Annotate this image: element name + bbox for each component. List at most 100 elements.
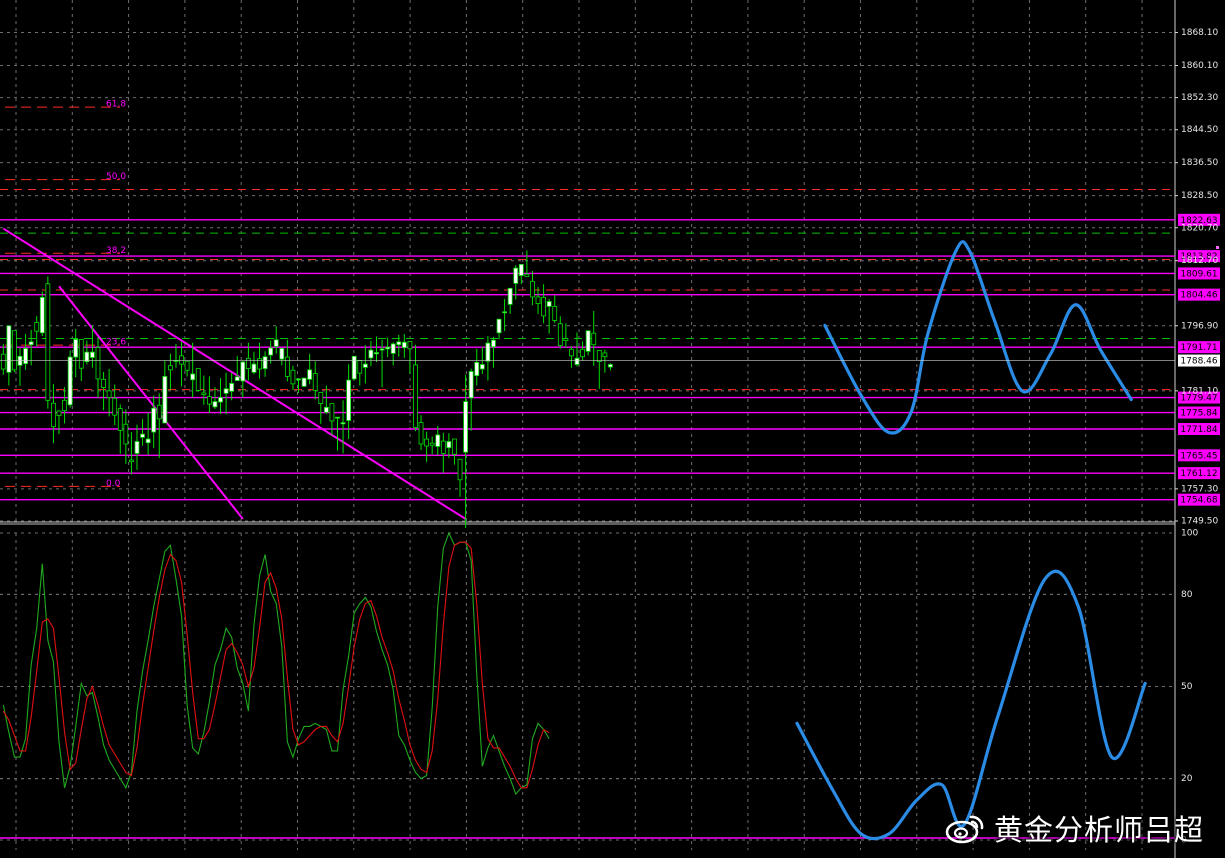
candle-body xyxy=(362,363,368,368)
candle-body xyxy=(106,390,112,398)
watermark: 黄金分析师吕超 xyxy=(944,808,1219,848)
candle-body xyxy=(390,343,396,354)
candle-body xyxy=(401,341,407,349)
candle-body xyxy=(535,296,541,304)
candle-body xyxy=(279,348,285,360)
candle-body xyxy=(184,360,190,371)
candle-body xyxy=(129,459,134,463)
candle-body xyxy=(457,458,463,481)
candle-body xyxy=(351,355,357,380)
candle-body xyxy=(541,296,546,317)
price-tick-label: 1757.30 xyxy=(1181,484,1218,494)
candle-body xyxy=(524,273,530,277)
candle-body xyxy=(530,280,535,298)
candle-body xyxy=(201,392,207,395)
candle-body xyxy=(368,349,374,359)
candle-body xyxy=(608,364,613,368)
candle-body xyxy=(134,441,140,454)
candle-body xyxy=(418,422,424,445)
stoch-tick-label: 80 xyxy=(1181,590,1193,600)
stoch-forecast-line xyxy=(795,569,1147,841)
candle-body xyxy=(167,365,173,371)
candle-body xyxy=(123,423,129,445)
price-tick-label: 1860.10 xyxy=(1181,61,1218,71)
candle-body xyxy=(407,341,413,350)
stoch-tick-label: 50 xyxy=(1181,682,1193,692)
fib-level-label: 38.2 xyxy=(106,246,126,256)
candle-body xyxy=(435,434,441,447)
candle-body xyxy=(585,330,591,352)
watermark-text: 黄金分析师吕超 xyxy=(994,813,1205,847)
candle-body xyxy=(151,407,157,433)
candle-body xyxy=(78,338,84,369)
candle-body xyxy=(112,397,118,416)
weibo-icon xyxy=(945,815,984,844)
candle-body xyxy=(212,401,218,408)
candle-body xyxy=(474,362,480,377)
fib-level-label: 23.6 xyxy=(106,338,126,348)
candle-body xyxy=(591,332,597,346)
candle-body xyxy=(45,283,51,401)
candle-body xyxy=(329,403,335,422)
candle-body xyxy=(284,356,290,377)
price-tick-label: 1836.50 xyxy=(1181,158,1218,168)
candle-body xyxy=(190,373,196,381)
candle-body xyxy=(101,378,106,388)
fib-level-label: 61.8 xyxy=(106,100,126,110)
level-label: 1771.84 xyxy=(1180,425,1217,435)
candle-body xyxy=(569,348,574,357)
candle-body xyxy=(84,351,90,363)
candle-body xyxy=(385,346,391,350)
price-tick-label: 1749.50 xyxy=(1181,517,1218,527)
candle-body xyxy=(552,306,558,321)
stoch-tick-label: 20 xyxy=(1181,774,1193,784)
price-tick-label: 1828.50 xyxy=(1181,191,1218,201)
candle-body xyxy=(95,347,101,380)
candle-body xyxy=(34,322,40,332)
candle-body xyxy=(23,348,28,365)
candle-body xyxy=(223,388,229,394)
stoch-tick-label: 100 xyxy=(1181,529,1198,539)
price-tick-label: 1820.70 xyxy=(1181,223,1218,233)
candle-body xyxy=(379,348,385,351)
candle-body xyxy=(357,359,363,374)
candle-body xyxy=(602,352,608,358)
candle-body xyxy=(145,438,151,444)
candle-body xyxy=(374,352,379,355)
candle-body xyxy=(307,369,313,380)
candle-body xyxy=(491,339,496,348)
candle-body xyxy=(39,296,45,334)
candle-body xyxy=(312,373,318,391)
candle-body xyxy=(340,422,346,425)
candle-body xyxy=(290,369,296,385)
candle-body xyxy=(518,264,524,276)
fib-level-label: 50.0 xyxy=(106,172,126,182)
price-tick-label: 1868.10 xyxy=(1181,28,1218,38)
current-price-label: 1788.46 xyxy=(1180,357,1217,367)
candle-body xyxy=(179,355,184,365)
axis-marker xyxy=(1216,246,1219,249)
candle-body xyxy=(596,350,602,363)
candle-body xyxy=(162,376,168,424)
candle-body xyxy=(502,311,508,314)
candle-body xyxy=(346,379,352,421)
price-tick-label: 1812.70 xyxy=(1181,256,1218,266)
candle-body xyxy=(301,377,307,387)
candle-body xyxy=(56,410,62,416)
level-label: 1775.84 xyxy=(1180,409,1217,419)
candle-body xyxy=(268,347,274,356)
candle-body xyxy=(323,406,329,413)
candle-body xyxy=(496,318,502,334)
candle-body xyxy=(546,301,552,307)
candle-body xyxy=(73,338,79,358)
candle-body xyxy=(318,392,324,405)
candle-body xyxy=(90,351,95,358)
candle-body xyxy=(0,353,6,370)
candle-body xyxy=(117,408,123,431)
candle-body xyxy=(273,339,279,347)
candle-body xyxy=(195,368,201,391)
level-label: 1804.46 xyxy=(1180,291,1217,301)
grid xyxy=(0,0,1175,850)
candle-body xyxy=(468,371,474,399)
candle-body xyxy=(452,438,457,455)
